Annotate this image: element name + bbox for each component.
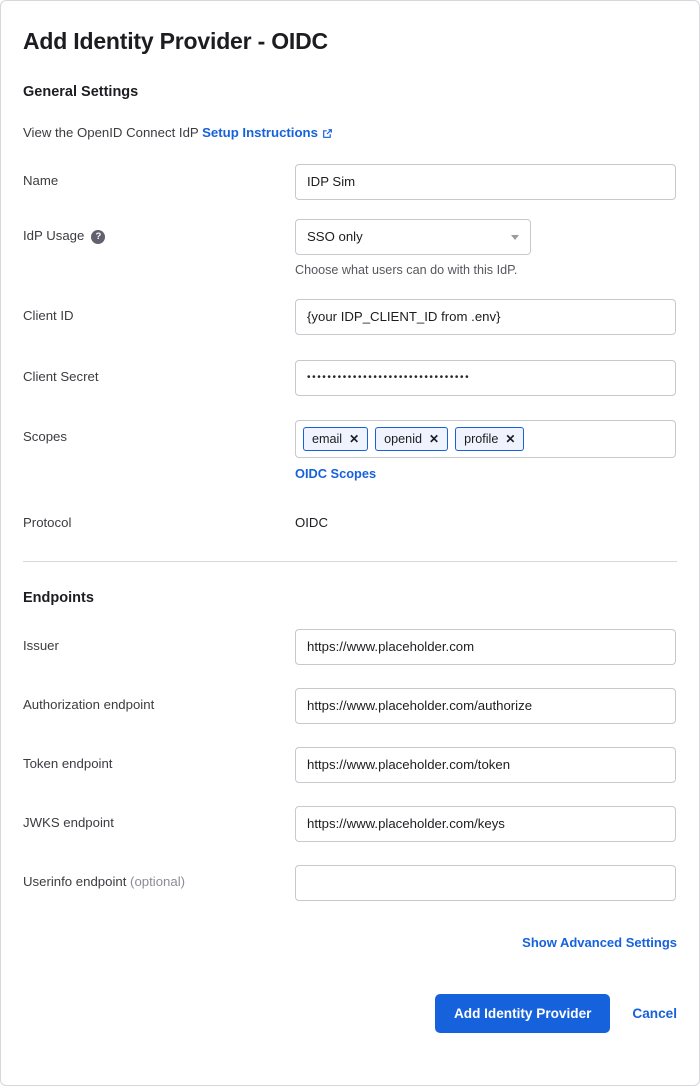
field-row-token-endpoint: Token endpoint https://www.placeholder.c… [23,747,677,784]
field-row-idp-usage: IdP Usage? SSO only Choose what users ca… [23,218,677,278]
label-protocol: Protocol [23,515,72,531]
general-settings-heading: General Settings [23,83,139,100]
field-scopes: email ✕ openid ✕ profile ✕ OIDC Scopes [295,420,677,483]
scope-chip[interactable]: openid ✕ [375,427,449,452]
field-row-name: Name IDP Sim [23,163,677,200]
close-icon[interactable]: ✕ [429,433,439,445]
advanced-settings-row: Show Advanced Settings [23,935,677,950]
protocol-value: OIDC [295,515,328,531]
idp-usage-hint: Choose what users can do with this IdP. [295,262,518,277]
field-row-client-id: Client ID {your IDP_CLIENT_ID from .env} [23,299,677,336]
field-userinfo-endpoint [295,865,677,902]
field-row-client-secret: Client Secret ••••••••••••••••••••••••••… [23,360,677,397]
chevron-down-icon [511,234,519,240]
label-userinfo-optional: (optional) [130,874,186,890]
scope-chip[interactable]: email ✕ [303,427,369,452]
field-authorization-endpoint: https://www.placeholder.com/authorize [295,688,677,725]
label-client-id: Client ID [23,308,74,324]
setup-instructions-link[interactable]: Setup Instructions [202,125,318,140]
label-userinfo-endpoint-text: Userinfo endpoint [23,874,127,890]
close-icon[interactable]: ✕ [349,433,359,445]
client-secret-input[interactable]: •••••••••••••••••••••••••••••••• [295,360,676,397]
setup-instructions-line: View the OpenID Connect IdP Setup Instru… [23,100,677,143]
scope-chip-label: profile [464,432,499,447]
cancel-button[interactable]: Cancel [632,1006,677,1021]
scopes-input[interactable]: email ✕ openid ✕ profile ✕ [295,420,676,459]
jwks-endpoint-input[interactable]: https://www.placeholder.com/keys [295,806,676,843]
question-mark-icon[interactable]: ? [91,229,106,244]
label-token-endpoint: Token endpoint [23,756,113,772]
label-scopes: Scopes [23,429,67,445]
scope-chip-label: openid [384,432,422,447]
external-link-icon [322,126,333,143]
field-row-scopes: Scopes email ✕ openid ✕ profile ✕ OIDC S… [23,420,677,483]
scope-chip[interactable]: profile ✕ [455,427,525,452]
label-issuer: Issuer [23,638,59,654]
setup-instructions-text: View the OpenID Connect IdP [23,124,199,140]
endpoints-heading: Endpoints [23,590,94,607]
field-client-id: {your IDP_CLIENT_ID from .env} [295,299,677,336]
page-title: Add Identity Provider - OIDC [23,28,328,54]
label-name: Name [23,172,59,188]
show-advanced-settings-link[interactable]: Show Advanced Settings [522,935,677,950]
dialog-actions: Add Identity Provider Cancel [23,994,677,1034]
oidc-scopes-link[interactable]: OIDC Scopes [295,458,376,481]
field-client-secret: •••••••••••••••••••••••••••••••• [295,360,677,397]
field-idp-usage: SSO only Choose what users can do with t… [295,218,677,278]
field-row-protocol: Protocol OIDC [23,506,677,531]
field-row-authorization-endpoint: Authorization endpoint https://www.place… [23,688,677,725]
token-endpoint-input[interactable]: https://www.placeholder.com/token [295,747,676,784]
idp-usage-select[interactable]: SSO only [295,218,531,255]
add-identity-provider-dialog: Add Identity Provider - OIDC General Set… [0,0,700,1086]
userinfo-endpoint-input[interactable] [295,865,676,902]
label-jwks-endpoint: JWKS endpoint [23,815,114,831]
scope-chip-label: email [312,432,343,447]
client-id-input[interactable]: {your IDP_CLIENT_ID from .env} [295,299,676,336]
issuer-input[interactable]: https://www.placeholder.com [295,629,676,666]
field-row-issuer: Issuer https://www.placeholder.com [23,629,677,666]
field-jwks-endpoint: https://www.placeholder.com/keys [295,806,677,843]
field-row-jwks-endpoint: JWKS endpoint https://www.placeholder.co… [23,806,677,843]
idp-usage-selected-value: SSO only [307,228,363,244]
field-name: IDP Sim [295,163,677,200]
label-idp-usage-text: IdP Usage [23,227,85,243]
label-client-secret: Client Secret [23,369,99,385]
field-token-endpoint: https://www.placeholder.com/token [295,747,677,784]
name-input[interactable]: IDP Sim [295,163,676,200]
authorization-endpoint-input[interactable]: https://www.placeholder.com/authorize [295,688,676,725]
add-identity-provider-button[interactable]: Add Identity Provider [434,994,611,1034]
label-idp-usage: IdP Usage? [23,219,295,244]
field-issuer: https://www.placeholder.com [295,629,677,666]
field-protocol: OIDC [295,506,677,531]
label-authorization-endpoint: Authorization endpoint [23,697,155,713]
field-row-userinfo-endpoint: Userinfo endpoint (optional) [23,865,677,902]
label-userinfo-endpoint: Userinfo endpoint (optional) [23,865,295,890]
close-icon[interactable]: ✕ [505,433,515,445]
